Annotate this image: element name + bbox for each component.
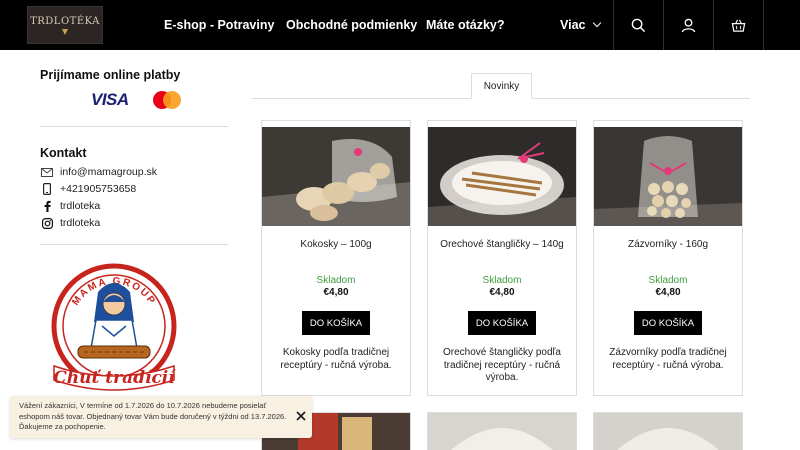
product-card[interactable]: Kokosky – 100g Skladom €4,80 DO KOŠÍKA K… xyxy=(261,120,411,396)
add-to-cart-button[interactable]: DO KOŠÍKA xyxy=(468,311,536,335)
product-name[interactable]: Zázvorníky - 160g xyxy=(594,239,742,250)
sidebar-divider-2 xyxy=(40,244,228,245)
add-to-cart-button[interactable]: DO KOŠÍKA xyxy=(634,311,702,335)
top-navigation-bar: TRDLOTÉKA E-shop - Potraviny Obchodné po… xyxy=(0,0,800,50)
tab-novinky[interactable]: Novinky xyxy=(471,73,532,99)
mama-group-badge: MAMA GROUP Chuť tradícií xyxy=(44,262,184,402)
product-description: Orechové štangličky podľa tradičnej rece… xyxy=(443,347,561,383)
user-icon xyxy=(681,18,696,32)
shipping-notice-banner: Vážení zákazníci, V termíne od 1.7.2026 … xyxy=(10,396,312,438)
product-price: €4,80 xyxy=(323,287,349,298)
payment-logos: VISA xyxy=(91,90,181,110)
nav-questions[interactable]: Máte otázky? xyxy=(426,0,505,50)
close-icon xyxy=(296,411,306,421)
search-icon xyxy=(631,18,646,32)
phone-icon xyxy=(43,183,51,195)
product-image[interactable] xyxy=(262,127,410,226)
contact-facebook-text: trdloteka xyxy=(60,200,101,212)
product-price: €4,80 xyxy=(655,287,681,298)
contact-email-text: info@mamagroup.sk xyxy=(60,166,158,178)
product-image[interactable] xyxy=(428,127,576,226)
product-image[interactable] xyxy=(594,127,742,226)
cart-button[interactable] xyxy=(713,0,763,50)
contact-instagram[interactable]: trdloteka xyxy=(40,217,100,229)
nav-eshop[interactable]: E-shop - Potraviny xyxy=(164,0,274,50)
mastercard-logo xyxy=(152,91,181,109)
close-notice-button[interactable] xyxy=(294,409,308,423)
search-button[interactable] xyxy=(613,0,663,50)
product-card[interactable]: Zázvorníky - 160g Skladom €4,80 DO KOŠÍK… xyxy=(593,120,743,396)
stock-status: Skladom xyxy=(316,275,356,286)
mail-icon xyxy=(41,167,53,177)
header-spacer xyxy=(763,0,800,50)
nav-more-dropdown[interactable]: Viac xyxy=(560,0,601,50)
account-button[interactable] xyxy=(663,0,713,50)
product-name[interactable]: Orechové štangličky – 140g xyxy=(428,239,576,250)
badge-script-text: Chuť tradícií xyxy=(53,368,176,388)
stock-status: Skladom xyxy=(648,275,688,286)
product-description: Kokosky podľa tradičnej receptúry - ručn… xyxy=(280,347,392,371)
product-card-partial[interactable] xyxy=(427,412,577,450)
visa-logo: VISA xyxy=(91,90,129,109)
contact-heading: Kontakt xyxy=(40,146,87,160)
sidebar-divider xyxy=(40,126,228,127)
chevron-down-icon xyxy=(592,18,601,28)
payments-heading: Prijímame online platby xyxy=(40,68,181,82)
add-to-cart-button[interactable]: DO KOŠÍKA xyxy=(302,311,370,335)
product-price: €4,80 xyxy=(489,287,515,298)
product-description: Zázvorníky podľa tradičnej receptúry - r… xyxy=(609,347,727,371)
site-logo[interactable]: TRDLOTÉKA xyxy=(27,6,103,44)
contact-instagram-text: trdloteka xyxy=(60,217,101,229)
stock-status: Skladom xyxy=(482,275,522,286)
basket-icon xyxy=(731,19,746,32)
product-card[interactable]: Orechové štangličky – 140g Skladom €4,80… xyxy=(427,120,577,396)
contact-phone[interactable]: +421905753658 xyxy=(40,183,136,195)
notice-text: Vážení zákazníci, V termíne od 1.7.2026 … xyxy=(19,401,287,431)
nav-more-label: Viac xyxy=(560,18,586,32)
product-card-partial[interactable] xyxy=(593,412,743,450)
product-name[interactable]: Kokosky – 100g xyxy=(262,239,410,250)
contact-facebook[interactable]: trdloteka xyxy=(40,200,100,212)
contact-phone-text: +421905753658 xyxy=(60,183,137,195)
instagram-icon xyxy=(41,217,53,229)
facebook-icon xyxy=(44,200,51,212)
contact-email[interactable]: info@mamagroup.sk xyxy=(40,166,157,178)
nav-terms[interactable]: Obchodné podmienky xyxy=(286,0,417,50)
